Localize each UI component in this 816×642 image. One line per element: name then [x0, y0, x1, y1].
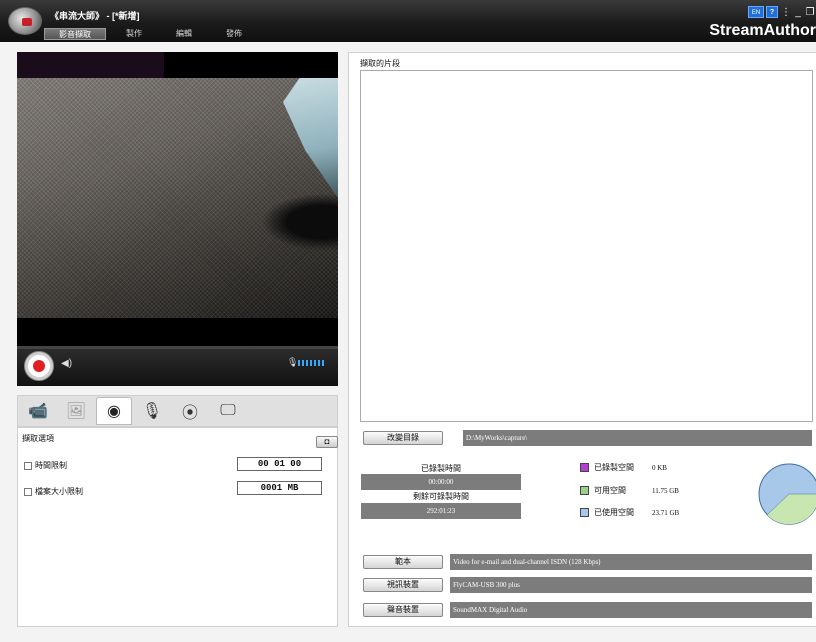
change-directory-button[interactable]: 改變目錄: [363, 431, 443, 445]
capture-options-panel: 擷取選項 ◘ 時間限制 00 01 00 檔案大小限制 0001 MB: [17, 427, 338, 627]
audio-level-meter: [298, 360, 324, 366]
video-top-strip: [17, 52, 164, 78]
video-controls: ◀) 🎙: [17, 346, 338, 386]
main-menu: 影音擷取 製作 編輯 發佈: [44, 28, 262, 40]
menu-dots-icon[interactable]: ⋮: [780, 7, 792, 18]
disk-usage-pie: [758, 463, 816, 525]
photo-frame-icon[interactable]: 🖼: [58, 397, 94, 425]
template-button[interactable]: 範本: [363, 555, 443, 569]
microphone-level-icon: 🎙: [287, 357, 299, 367]
restore-icon[interactable]: ❐: [804, 7, 816, 18]
video-device-field[interactable]: FlyCAM-USB 300 plus: [450, 577, 812, 593]
minimize-icon[interactable]: _: [792, 7, 804, 18]
audio-device-button[interactable]: 聲音裝置: [363, 603, 443, 617]
menu-produce[interactable]: 製作: [112, 28, 156, 40]
size-limit-field[interactable]: 0001 MB: [237, 481, 322, 495]
time-limit-field[interactable]: 00 01 00: [237, 457, 322, 471]
app-logo-icon[interactable]: [8, 7, 42, 35]
directory-path-field[interactable]: D:\MyWorks\capture\: [463, 430, 812, 446]
window-controls: EN ? ⋮ _ ❐: [748, 6, 816, 18]
time-limit-checkbox[interactable]: [24, 461, 32, 470]
used-space-swatch: [580, 508, 589, 517]
menu-publish[interactable]: 發佈: [212, 28, 256, 40]
remaining-time-label: 剩餘可錄製時間: [413, 492, 469, 501]
menu-capture[interactable]: 影音擷取: [44, 28, 106, 40]
disc-icon[interactable]: ⦿: [172, 397, 208, 425]
video-device-button[interactable]: 視訊裝置: [363, 578, 443, 592]
speaker-icon[interactable]: ◀): [61, 358, 72, 369]
source-tabs: 📹 🖼 ◉ 🎙 ⦿ 🖵: [17, 395, 338, 427]
used-space-label: 已使用空間: [594, 508, 634, 517]
time-limit-option[interactable]: 時間限制: [24, 460, 67, 471]
snapshot-camera-icon[interactable]: ◘: [316, 436, 338, 448]
used-space-legend: 已使用空間: [580, 507, 634, 518]
free-space-value: 11.75 GB: [652, 487, 679, 495]
size-limit-checkbox[interactable]: [24, 487, 32, 496]
webcam-icon[interactable]: ◉: [96, 397, 132, 425]
title-bar: 《串流大師》 - [*新增] 影音擷取 製作 編輯 發佈 EN ? ⋮ _ ❐ …: [0, 0, 816, 42]
time-limit-label: 時間限制: [35, 461, 67, 470]
video-preview: [17, 52, 338, 346]
free-space-label: 可用空間: [594, 486, 626, 495]
template-field[interactable]: Video for e-mail and dual-channel ISDN (…: [450, 554, 812, 570]
recorded-time-value: 00:00:00: [361, 474, 521, 490]
microphone-icon[interactable]: 🎙: [134, 397, 170, 425]
help-button[interactable]: ?: [766, 6, 778, 18]
captured-clips-list[interactable]: [360, 70, 813, 422]
recorded-space-label: 已錄製空間: [594, 463, 634, 472]
used-space-value: 23.71 GB: [652, 509, 680, 517]
menu-edit[interactable]: 編輯: [162, 28, 206, 40]
recorded-space-value: 0 KB: [652, 464, 667, 472]
recorded-space-legend: 已錄製空間: [580, 462, 634, 473]
progress-bar[interactable]: [17, 346, 338, 349]
brand-logo: StreamAuthor: [709, 22, 816, 39]
free-space-swatch: [580, 486, 589, 495]
size-limit-label: 檔案大小限制: [35, 487, 83, 496]
size-limit-option[interactable]: 檔案大小限制: [24, 486, 83, 497]
capture-panel: ◀) 🎙 📹 🖼 ◉ 🎙 ⦿ 🖵 擷取選項 ◘ 時間限制 00 01 00 檔案…: [17, 52, 338, 627]
screen-capture-icon[interactable]: 🖵: [210, 397, 246, 425]
window-title: 《串流大師》 - [*新增]: [50, 11, 140, 21]
language-button[interactable]: EN: [748, 6, 764, 18]
captured-clips-title: 擷取的片段: [360, 59, 400, 68]
clips-panel: 擷取的片段 改變目錄 D:\MyWorks\capture\ 已錄製時間 00:…: [348, 52, 816, 627]
capture-options-title: 擷取選項: [22, 434, 54, 443]
recorded-space-swatch: [580, 463, 589, 472]
free-space-legend: 可用空間: [580, 485, 626, 496]
audio-device-field[interactable]: SoundMAX Digital Audio: [450, 602, 812, 618]
record-button[interactable]: [24, 351, 54, 381]
recorded-time-label: 已錄製時間: [421, 464, 461, 473]
camcorder-icon[interactable]: 📹: [20, 397, 56, 425]
remaining-time-value: 292:01:23: [361, 503, 521, 519]
app-window: 《串流大師》 - [*新增] 影音擷取 製作 編輯 發佈 EN ? ⋮ _ ❐ …: [0, 0, 816, 642]
